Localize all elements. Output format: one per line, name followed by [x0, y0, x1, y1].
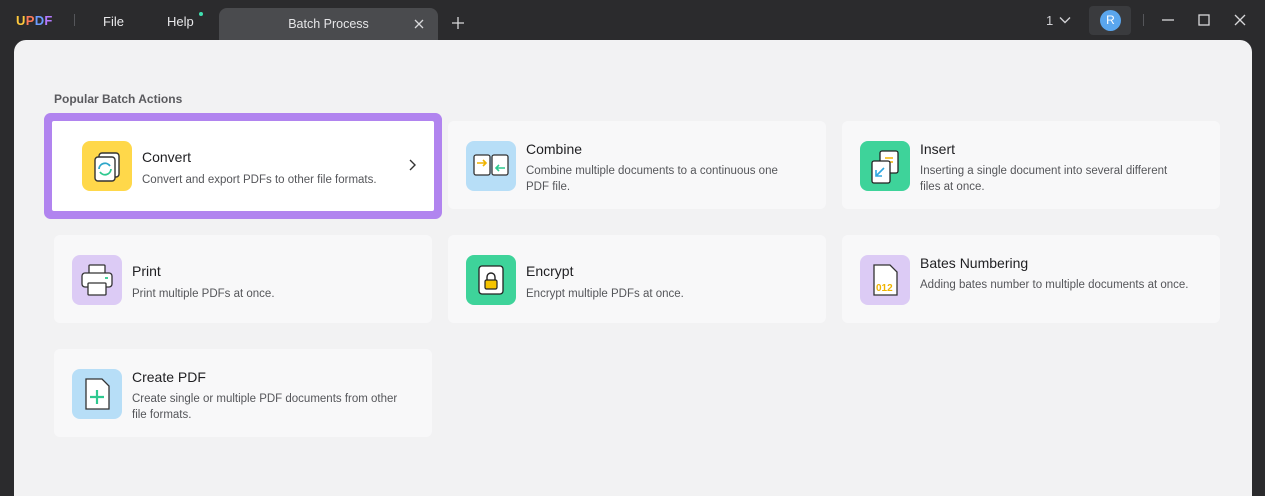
batch-process-panel: Popular Batch Actions Convert Convert an… — [14, 40, 1252, 496]
add-tab-icon[interactable] — [451, 16, 465, 30]
card-create-pdf[interactable]: Create PDF Create single or multiple PDF… — [54, 349, 432, 437]
updf-logo[interactable]: UPDF — [16, 13, 53, 28]
tab-label: Batch Process — [288, 17, 369, 31]
card-title: Bates Numbering — [920, 255, 1029, 271]
menu-file[interactable]: File — [103, 14, 124, 29]
page-count[interactable]: 1 — [1046, 13, 1053, 28]
insert-icon — [860, 141, 910, 191]
card-combine[interactable]: Combine Combine multiple documents to a … — [448, 121, 826, 209]
tab-batch-process[interactable]: Batch Process — [219, 8, 438, 40]
svg-text:012: 012 — [876, 283, 893, 294]
card-description: Create single or multiple PDF documents … — [132, 393, 398, 421]
card-title: Convert — [142, 149, 192, 165]
avatar: R — [1100, 10, 1121, 31]
card-encrypt[interactable]: Encrypt Encrypt multiple PDFs at once. — [448, 235, 826, 323]
create-pdf-icon — [72, 369, 122, 419]
combine-icon — [466, 141, 516, 191]
card-convert[interactable]: Convert Convert and export PDFs to other… — [52, 121, 434, 211]
card-description: Convert and export PDFs to other file fo… — [142, 174, 377, 186]
card-description: Inserting a single document into several… — [920, 165, 1168, 193]
bates-numbering-icon: 012 — [860, 255, 910, 305]
chevron-right-icon — [409, 159, 416, 171]
bates-digit: 012 — [876, 283, 893, 294]
card-title: Insert — [920, 141, 956, 157]
menu-help[interactable]: Help — [167, 14, 194, 29]
card-description: Encrypt multiple PDFs at once. — [526, 288, 684, 300]
close-window-icon[interactable] — [1233, 13, 1247, 27]
divider — [74, 14, 75, 26]
print-icon — [72, 255, 122, 305]
card-description: Adding bates number to multiple document… — [920, 279, 1189, 291]
card-title: Create PDF — [132, 369, 206, 385]
minimize-icon[interactable] — [1161, 13, 1175, 27]
divider — [1143, 14, 1144, 26]
card-insert[interactable]: Insert Inserting a single document into … — [842, 121, 1220, 209]
card-description: Print multiple PDFs at once. — [132, 288, 275, 300]
title-bar: UPDF File Help Batch Process 1 R — [0, 0, 1265, 40]
account-button[interactable]: R — [1089, 6, 1131, 35]
card-title: Encrypt — [526, 263, 574, 279]
close-tab-icon[interactable] — [412, 17, 426, 31]
card-print[interactable]: Print Print multiple PDFs at once. — [54, 235, 432, 323]
chevron-down-icon[interactable] — [1059, 14, 1071, 26]
card-title: Combine — [526, 141, 583, 157]
section-title: Popular Batch Actions — [54, 92, 183, 106]
convert-icon — [82, 141, 132, 191]
card-description: Combine multiple documents to a continuo… — [526, 165, 778, 193]
notification-dot — [199, 12, 203, 16]
card-bates-numbering[interactable]: 012 Bates Numbering Adding bates number … — [842, 235, 1220, 323]
maximize-icon[interactable] — [1197, 13, 1211, 27]
encrypt-icon — [466, 255, 516, 305]
card-title: Print — [132, 263, 161, 279]
